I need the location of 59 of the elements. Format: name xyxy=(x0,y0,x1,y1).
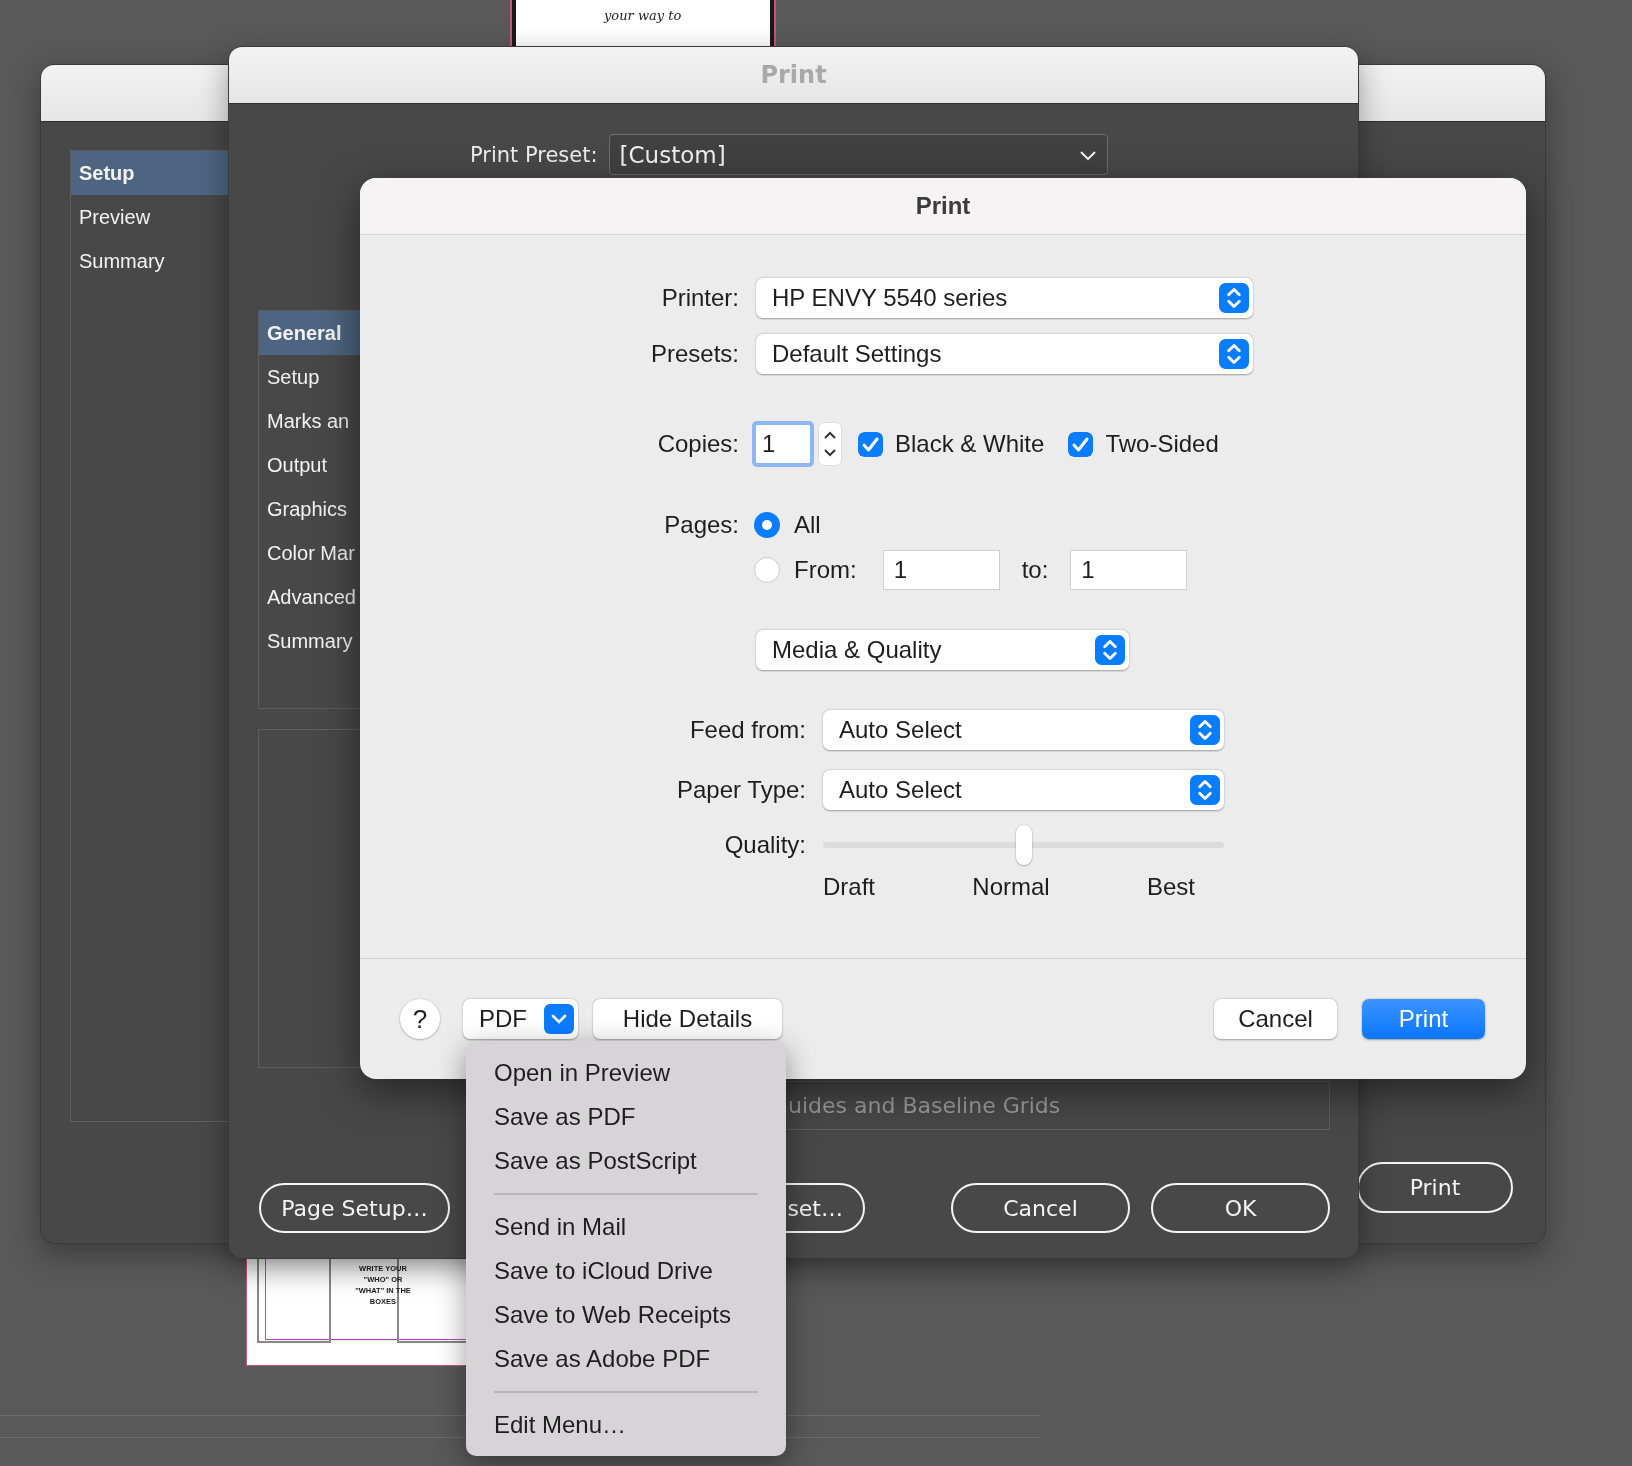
field-label: Quality: xyxy=(723,831,806,859)
checked-checkbox[interactable] xyxy=(858,431,883,457)
pdf-menu-button[interactable]: PDF xyxy=(463,999,578,1039)
field-label: to: xyxy=(1021,556,1049,584)
stepper-icon xyxy=(1190,714,1220,745)
cancel-button[interactable]: Cancel xyxy=(1214,999,1337,1039)
menu-item[interactable]: Save to Web Receipts xyxy=(466,1293,786,1337)
checked-checkbox[interactable] xyxy=(1068,431,1094,457)
radio-label: From: xyxy=(794,556,857,584)
sidebar-item[interactable]: Setup xyxy=(71,151,228,195)
field-label: Presets: xyxy=(649,340,739,368)
menu-item[interactable]: Save to iCloud Drive xyxy=(466,1249,786,1293)
field-label: Printer: xyxy=(660,284,739,312)
radio-label: All xyxy=(794,511,821,539)
print-button[interactable]: Print xyxy=(1362,999,1485,1039)
menu-item[interactable]: Save as PostScript xyxy=(466,1139,786,1183)
stepper-icon xyxy=(1219,283,1249,313)
preset-dropdown[interactable]: [Custom] xyxy=(608,134,1108,175)
stepper-arrows-icon[interactable] xyxy=(818,422,842,466)
radio-button[interactable] xyxy=(754,557,780,583)
sidebar-item[interactable]: Preview xyxy=(71,195,228,239)
copies-field[interactable]: 1 xyxy=(752,421,814,467)
popup-menu[interactable]: HP ENVY 5540 series xyxy=(756,278,1253,318)
menu-item[interactable]: Send in Mail xyxy=(466,1205,786,1249)
checkbox-label: Two-Sided xyxy=(1105,430,1219,458)
field-label: Paper Type: xyxy=(676,776,806,804)
slider-thumb[interactable] xyxy=(1015,825,1032,865)
hide-details-button[interactable]: Hide Details xyxy=(593,999,782,1039)
popup-menu[interactable]: Media & Quality xyxy=(756,629,1129,670)
to-field[interactable]: 1 xyxy=(1070,550,1188,590)
checkbox-label: Black & White xyxy=(895,430,1045,458)
tick-label: Draft xyxy=(823,873,875,901)
popup-menu[interactable]: Auto Select xyxy=(823,770,1224,810)
stepper-icon xyxy=(1095,634,1125,665)
ok-button[interactable]: OK xyxy=(1151,1183,1330,1233)
menu-item[interactable]: Edit Menu… xyxy=(466,1403,786,1447)
help-button[interactable]: ? xyxy=(400,999,440,1039)
window-title: Print xyxy=(760,61,827,89)
stepper-icon xyxy=(1190,775,1220,805)
dialog-title: Print xyxy=(915,192,971,220)
quality-slider[interactable] xyxy=(823,825,1224,865)
popup-menu[interactable]: Default Settings xyxy=(756,334,1253,374)
from-field[interactable]: 1 xyxy=(882,550,1000,590)
tick-label: Normal xyxy=(972,873,1050,901)
field-label: Print Preset: xyxy=(470,142,598,167)
handwritten-text: your way to xyxy=(604,8,682,23)
popup-menu[interactable]: Auto Select xyxy=(823,709,1224,750)
page-setup-button[interactable]: Page Setup… xyxy=(259,1183,450,1233)
radio-button[interactable] xyxy=(754,512,780,538)
cancel-button[interactable]: Cancel xyxy=(951,1183,1130,1233)
tick-label: Best xyxy=(1146,873,1195,901)
field-label: Feed from: xyxy=(688,715,806,744)
field-label: Pages: xyxy=(663,511,739,539)
sidebar-item[interactable]: Summary xyxy=(71,239,228,283)
field-label: Copies: xyxy=(656,430,739,458)
chevron-down-icon xyxy=(1078,148,1097,161)
menu-item[interactable]: Save as Adobe PDF xyxy=(466,1337,786,1381)
chevron-down-icon xyxy=(544,1004,574,1034)
stepper-icon xyxy=(1219,339,1249,369)
